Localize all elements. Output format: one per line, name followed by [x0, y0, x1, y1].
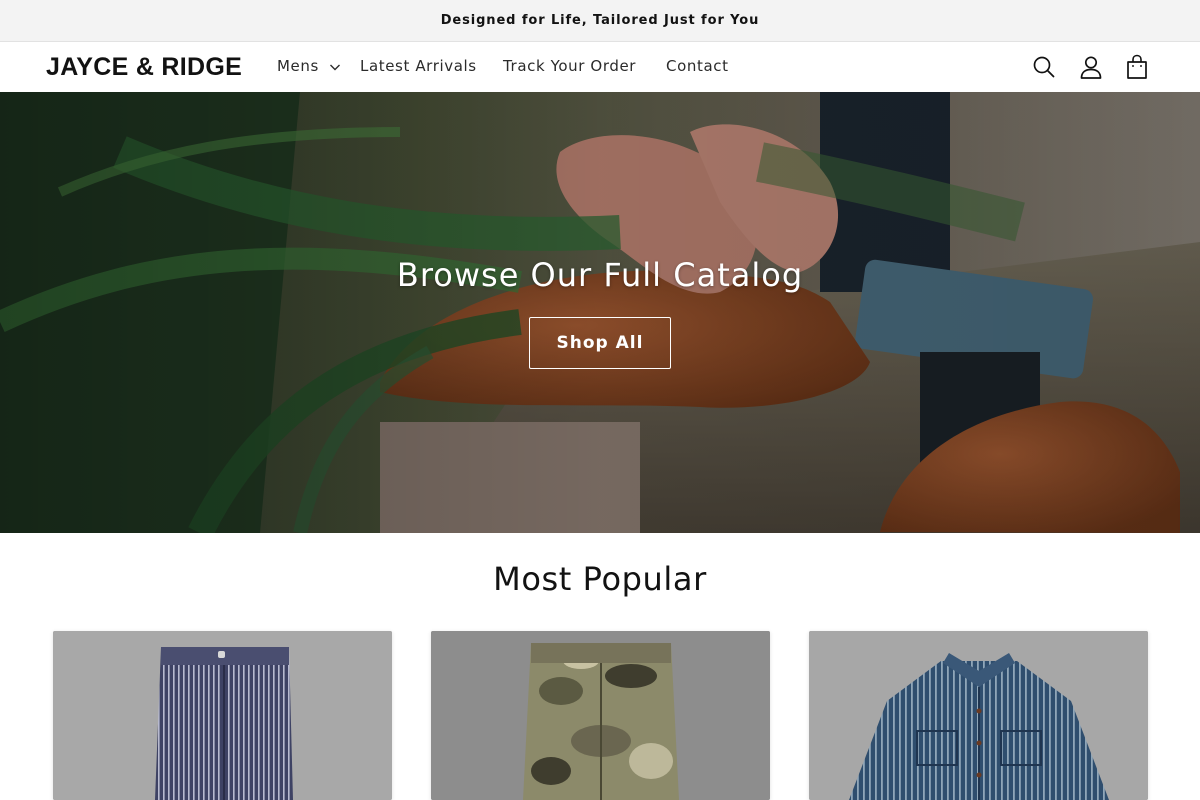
- hero-title: Browse Our Full Catalog: [396, 256, 804, 294]
- announcement-text: Designed for Life, Tailored Just for You: [440, 13, 760, 28]
- section-title-most-popular: Most Popular: [493, 560, 707, 598]
- product-card[interactable]: [809, 631, 1148, 800]
- store-logo[interactable]: JAYCE & RIDGE: [46, 53, 242, 82]
- announcement-bar: Designed for Life, Tailored Just for You: [0, 0, 1200, 42]
- nav-contact[interactable]: Contact: [666, 57, 729, 75]
- shop-all-button[interactable]: Shop All: [529, 317, 671, 369]
- nav-track-order[interactable]: Track Your Order: [503, 57, 636, 75]
- site-header: JAYCE & RIDGE Mens Latest Arrivals Track…: [0, 42, 1200, 92]
- account-icon[interactable]: [1078, 53, 1104, 81]
- cart-icon[interactable]: [1124, 53, 1150, 81]
- product-image-striped-work-pants: [53, 631, 392, 800]
- nav-mens[interactable]: Mens: [277, 57, 319, 75]
- hero-image: [0, 92, 1200, 533]
- product-image-striped-denim-shirt: [809, 631, 1148, 800]
- nav-latest-arrivals[interactable]: Latest Arrivals: [360, 57, 477, 75]
- product-card[interactable]: [431, 631, 770, 800]
- chevron-down-icon[interactable]: [329, 62, 341, 72]
- hero-banner: Browse Our Full Catalog Shop All: [0, 92, 1200, 533]
- product-card[interactable]: [53, 631, 392, 800]
- product-image-camo-cargo-pants: [431, 631, 770, 800]
- search-icon[interactable]: [1031, 53, 1057, 81]
